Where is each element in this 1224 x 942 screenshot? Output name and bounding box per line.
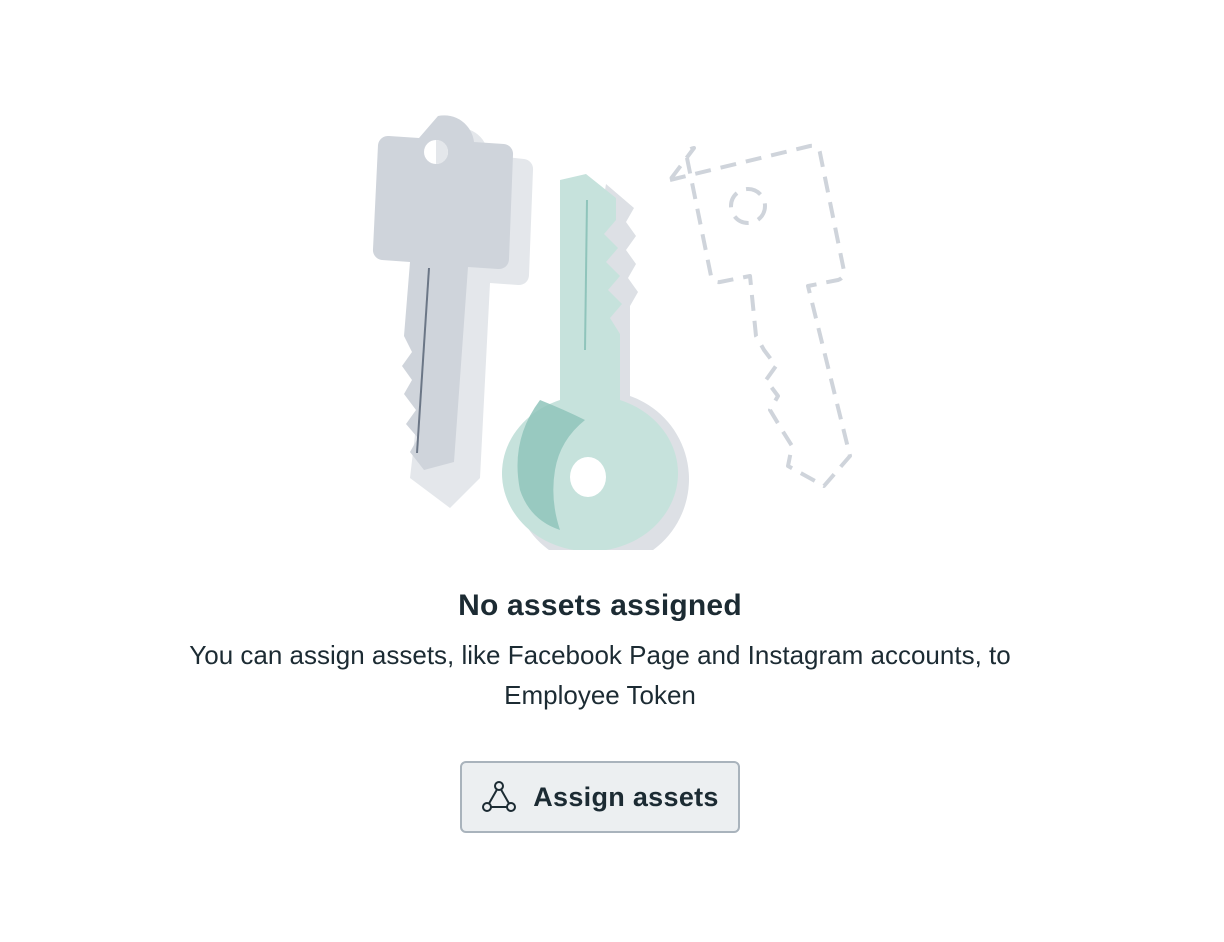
- assets-nodes-icon: [482, 781, 517, 812]
- empty-state-page: No assets assigned You can assign assets…: [0, 0, 1224, 942]
- gray-key: [372, 115, 514, 471]
- assign-assets-button[interactable]: Assign assets: [460, 761, 740, 833]
- empty-state-title: No assets assigned: [458, 589, 742, 622]
- empty-state-description: You can assign assets, like Facebook Pag…: [189, 640, 1011, 710]
- keys-illustration: [372, 115, 852, 550]
- assign-assets-label: Assign assets: [533, 781, 719, 812]
- dashed-key-outline: [668, 143, 852, 488]
